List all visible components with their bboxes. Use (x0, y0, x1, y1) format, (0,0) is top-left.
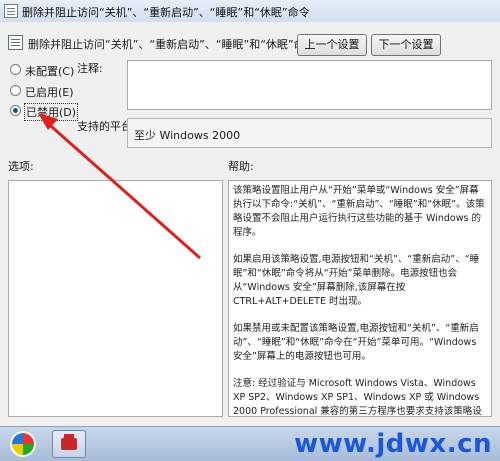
watermark: www.jdwx.cn (294, 429, 492, 459)
supported-platform-box: 至少 Windows 2000 (127, 118, 492, 148)
help-pane[interactable]: 该策略设置阻止用户从“开始”菜单或“Windows 安全”屏幕执行以下命令:“关… (228, 180, 492, 417)
next-setting-button[interactable]: 下一个设置(N) (371, 34, 441, 71)
help-paragraph: 如果禁用或未配置该策略设置,电源按钮和“关机”、“重新启动”、“睡眠”和“休眠”… (233, 323, 479, 362)
help-paragraph: 注意: 经过验证与 Microsoft Windows Vista、Window… (233, 378, 482, 417)
help-label: 帮助: (228, 160, 254, 173)
policy-icon (8, 35, 23, 50)
comment-label: 注释: (77, 62, 103, 75)
toolbox-icon (61, 434, 77, 450)
radio-button[interactable] (10, 64, 21, 75)
radio-label: 已启用(E) (25, 86, 74, 99)
policy-dialog: 删除并阻止访问“关机”、“重新启动”、“睡眠”和“休眠”命令 上一个设置(P) … (0, 22, 500, 426)
help-paragraph: 该策略设置阻止用户从“开始”菜单或“Windows 安全”屏幕执行以下命令:“关… (233, 185, 485, 238)
previous-setting-button[interactable]: 上一个设置(P) (297, 34, 367, 71)
taskbar: www.jdwx.cn (0, 426, 500, 461)
radio-button[interactable] (10, 105, 21, 116)
options-label: 选项: (8, 160, 34, 173)
taskbar-item-toolbox[interactable] (52, 430, 86, 458)
policy-title: 删除并阻止访问“关机”、“重新启动”、“睡眠”和“休眠”命令 (28, 38, 316, 51)
window-title: 删除并阻止访问“关机”、“重新启动”、“睡眠”和“休眠”命令 (22, 6, 310, 19)
help-paragraph: 如果启用该策略设置,电源按钮和“关机”、“重新启动”、“睡眠”和“休眠”命令将从… (233, 254, 480, 307)
comment-textarea[interactable] (127, 60, 492, 110)
supported-platform-value: 至少 Windows 2000 (134, 129, 241, 142)
radio-button[interactable] (10, 85, 21, 96)
options-pane (8, 180, 223, 417)
radio-label: 已禁用(D) (23, 103, 79, 121)
title-bar: 删除并阻止访问“关机”、“重新启动”、“睡眠”和“休眠”命令 (0, 0, 500, 23)
radio-label: 未配置(C) (25, 65, 75, 78)
start-orb-icon[interactable] (10, 431, 36, 457)
policy-icon (4, 4, 18, 18)
